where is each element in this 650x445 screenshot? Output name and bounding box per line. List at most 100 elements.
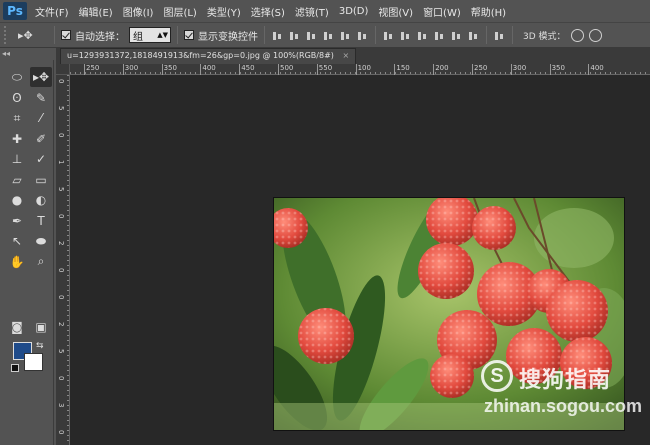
marquee-tool[interactable]: ⬭ (6, 67, 28, 87)
background-color-swatch[interactable] (24, 353, 43, 371)
dodge-tool[interactable]: ◐ (30, 190, 52, 210)
show-transform-checkbox[interactable] (184, 30, 194, 40)
distribute-vcenter-icon[interactable] (399, 29, 412, 42)
ruler-h-label: 150 (394, 64, 410, 75)
horizontal-ruler[interactable]: 250 300 350 400 450 500 550 100 150 200 250 300 350 4… (70, 64, 650, 75)
separator (375, 26, 376, 44)
distribute-top-icon[interactable] (382, 29, 395, 42)
pen-tool[interactable]: ✒ (6, 211, 28, 231)
close-icon[interactable]: × (342, 51, 349, 60)
auto-select-checkbox[interactable] (61, 30, 71, 40)
eraser-tool[interactable]: ▱ (6, 170, 28, 190)
ruler-v-label: 0 (57, 376, 65, 381)
ruler-h-label: 300 (510, 64, 527, 75)
show-transform-label: 显示变换控件 (198, 31, 258, 43)
tool-preset-picker[interactable]: ▸✥ (18, 26, 48, 44)
distribute-hcenter-icon[interactable] (450, 29, 463, 42)
path-select-tool[interactable]: ↖ (6, 231, 28, 251)
ruler-h-label: 500 (277, 64, 294, 75)
separator (54, 26, 55, 44)
align-buttons (271, 29, 369, 42)
document-title: u=1293931372,1818491913&fm=26&gp=0.jpg @… (67, 51, 334, 60)
ruler-v-label: 0 (57, 295, 65, 300)
ruler-v-label: 2 (57, 322, 65, 327)
auto-select-label: 自动选择： (75, 31, 125, 43)
screen-mode-tool[interactable]: ▣ (30, 317, 52, 337)
align-right-icon[interactable] (356, 29, 369, 42)
ruler-h-label: 350 (161, 64, 177, 75)
ruler-h-label: 300 (122, 64, 139, 75)
align-vcenter-icon[interactable] (288, 29, 301, 42)
menu-image[interactable]: 图像(I) (123, 4, 154, 19)
default-colors-icon[interactable] (11, 364, 19, 372)
align-hcenter-icon[interactable] (339, 29, 352, 42)
ruler-v-label: 5 (57, 187, 65, 192)
photoshop-logo: Ps (3, 2, 27, 20)
healing-tool[interactable]: ✚ (6, 129, 28, 149)
auto-select-value: 组 (133, 31, 143, 43)
lasso-tool[interactable]: ʘ (6, 88, 28, 108)
menu-layer[interactable]: 图层(L) (163, 4, 196, 19)
ruler-v-label: 0 (57, 79, 65, 84)
ruler-h-label: 250 (83, 64, 100, 75)
history-brush-tool[interactable]: ✓ (30, 149, 52, 169)
shape-tool[interactable]: ⬬ (30, 231, 52, 251)
menu-edit[interactable]: 编辑(E) (79, 4, 113, 19)
zoom-tool[interactable]: ⌕ (30, 252, 52, 272)
menu-filter[interactable]: 滤镜(T) (295, 4, 329, 19)
collapse-panel-icon[interactable]: ◂◂ (2, 49, 10, 58)
ruler-h-label: 100 (355, 64, 371, 75)
ruler-h-label: 400 (200, 64, 216, 75)
distribute-bottom-icon[interactable] (416, 29, 429, 42)
blur-tool[interactable]: ● (6, 190, 28, 210)
vertical-ruler[interactable]: 0 5 0 1 5 0 2 0 0 2 5 0 3 0 (56, 75, 70, 445)
menu-select[interactable]: 选择(S) (251, 4, 285, 19)
document-tab-bar: u=1293931372,1818491913&fm=26&gp=0.jpg @… (56, 48, 650, 64)
ruler-v-label: 0 (57, 430, 65, 435)
ruler-v-label: 3 (57, 403, 65, 408)
gradient-tool[interactable]: ▭ (30, 170, 52, 190)
quick-select-tool[interactable]: ✎ (30, 88, 52, 108)
ruler-h-label: 400 (588, 64, 604, 75)
hand-tool[interactable]: ✋ (6, 252, 28, 272)
toolbox: ⇆ ⬭ ▸✥ ʘ ✎ ⌗ ⁄ ✚ ✐ ⊥ ✓ ▱ ▭ ● ◐ ✒ T ↖ ⬬ ✋ ⌕ ◙ ▣ (2, 60, 54, 445)
roll-3d-icon[interactable] (588, 28, 602, 42)
align-left-icon[interactable] (322, 29, 335, 42)
options-grip[interactable] (4, 26, 10, 44)
move-tool[interactable]: ▸✥ (30, 67, 52, 87)
align-top-icon[interactable] (271, 29, 284, 42)
ruler-v-label: 5 (57, 106, 65, 111)
brush-tool[interactable]: ✐ (30, 129, 52, 149)
ruler-v-label: 2 (57, 241, 65, 246)
menu-type[interactable]: 类型(Y) (207, 4, 241, 19)
ruler-origin[interactable] (56, 64, 70, 75)
auto-align-icon[interactable] (493, 29, 506, 42)
align-bottom-icon[interactable] (305, 29, 318, 42)
menu-3d[interactable]: 3D(D) (339, 6, 369, 17)
distribute-left-icon[interactable] (433, 29, 446, 42)
menu-bar: Ps 文件(F) 编辑(E) 图像(I) 图层(L) 类型(Y) 选择(S) 滤… (0, 0, 650, 22)
stamp-tool[interactable]: ⊥ (6, 149, 28, 169)
menu-view[interactable]: 视图(V) (378, 4, 413, 19)
separator (177, 26, 178, 44)
type-tool[interactable]: T (30, 211, 52, 231)
menu-file[interactable]: 文件(F) (35, 4, 69, 19)
crop-tool[interactable]: ⌗ (6, 108, 28, 128)
menu-help[interactable]: 帮助(H) (471, 4, 506, 19)
separator (512, 26, 513, 44)
distribute-buttons (382, 29, 480, 42)
quick-mask-tool[interactable]: ◙ (6, 317, 28, 337)
watermark-brand: 搜狗指南 (519, 367, 612, 392)
mode-3d-label: 3D 模式： (523, 31, 566, 42)
swap-colors-icon[interactable]: ⇆ (36, 341, 44, 351)
document-tab[interactable]: u=1293931372,1818491913&fm=26&gp=0.jpg @… (60, 48, 357, 64)
separator (264, 26, 265, 44)
ruler-h-label: 450 (239, 64, 255, 75)
orbit-3d-icon[interactable] (570, 28, 584, 42)
distribute-right-icon[interactable] (467, 29, 480, 42)
menu-window[interactable]: 窗口(W) (423, 4, 461, 19)
ruler-h-label: 200 (433, 64, 449, 75)
eyedropper-tool[interactable]: ⁄ (30, 108, 52, 128)
chevron-down-icon: ▲▼ (157, 31, 168, 39)
auto-select-dropdown[interactable]: 组 ▲▼ (129, 27, 171, 43)
